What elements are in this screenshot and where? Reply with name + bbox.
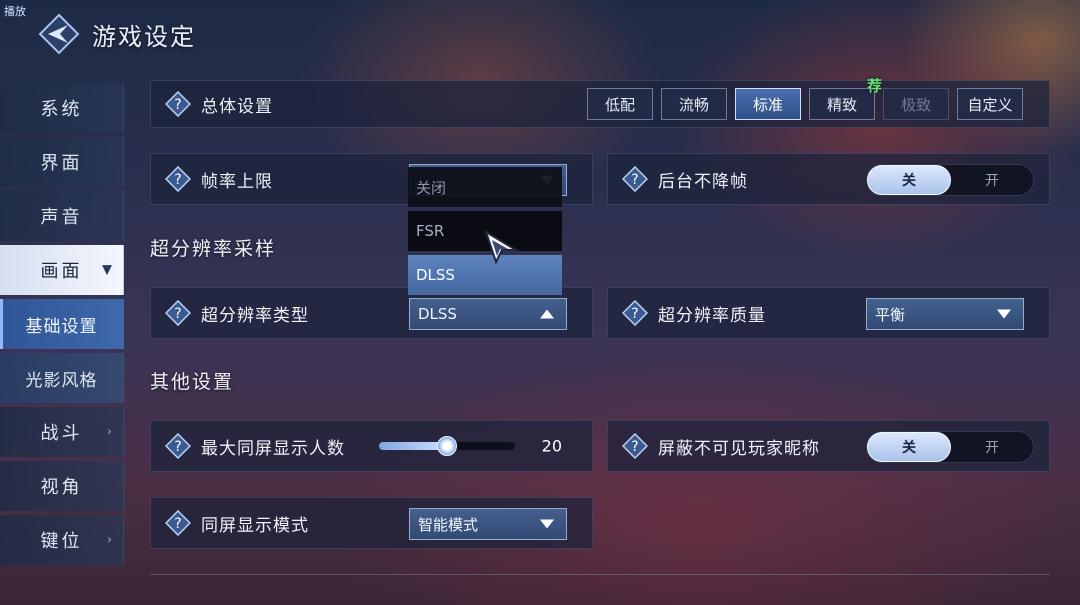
sidebar-item-system[interactable]: 系统: [0, 83, 124, 133]
preset-smooth-button[interactable]: 流畅: [661, 88, 727, 120]
chevron-down-icon: [540, 519, 554, 529]
sidebar: 系统 界面 声音 画面 ▼ 基础设置 光影风格 战斗 › 视角 键位 ›: [0, 83, 124, 569]
recommended-badge: 荐: [866, 77, 882, 95]
mouse-cursor-icon: [482, 228, 522, 268]
hide-nicknames-toggle[interactable]: 关 开: [866, 431, 1034, 463]
preset-low-button[interactable]: 低配: [587, 88, 653, 120]
chevron-up-icon: [540, 309, 554, 319]
background-fps-toggle[interactable]: 关 开: [866, 164, 1034, 196]
help-icon[interactable]: ?: [621, 165, 649, 193]
background-fps-row: ? 后台不降帧 关 开: [607, 153, 1050, 205]
help-icon[interactable]: ?: [164, 165, 192, 193]
chevron-down-icon: [997, 309, 1011, 319]
help-icon[interactable]: ?: [164, 432, 192, 460]
preset-standard-button[interactable]: 标准: [735, 88, 801, 120]
help-icon[interactable]: ?: [164, 90, 192, 118]
toggle-on-option[interactable]: 开: [951, 165, 1033, 195]
game-logo-icon: [38, 13, 80, 55]
svg-text:?: ?: [631, 172, 638, 188]
super-res-type-select[interactable]: DLSS: [409, 298, 567, 330]
max-players-row: ? 最大同屏显示人数 20: [150, 420, 593, 472]
help-icon[interactable]: ?: [164, 509, 192, 537]
hide-nicknames-label: 屏蔽不可见玩家昵称: [658, 438, 820, 459]
overall-settings-label: 总体设置: [201, 96, 273, 117]
select-value: 智能模式: [418, 515, 479, 534]
sidebar-item-label: 系统: [40, 99, 83, 120]
background-fps-label: 后台不降帧: [658, 171, 748, 192]
divider: [150, 574, 1050, 575]
display-mode-row: ? 同屏显示模式 智能模式: [150, 497, 593, 549]
sidebar-item-label: 界面: [40, 153, 83, 174]
svg-text:?: ?: [631, 439, 638, 455]
sidebar-item-sound[interactable]: 声音: [0, 191, 124, 241]
svg-text:?: ?: [174, 306, 181, 322]
preset-refined-button[interactable]: 精致 荐: [809, 77, 882, 120]
sidebar-subitem-lighting-style[interactable]: 光影风格: [0, 353, 124, 403]
max-players-label: 最大同屏显示人数: [201, 438, 345, 459]
toggle-off-option[interactable]: 关: [867, 165, 951, 195]
sidebar-item-label: 视角: [40, 477, 83, 498]
preset-group: 低配 流畅 标准 精致 荐 极致 自定义: [587, 77, 1023, 120]
header: 游戏设定: [38, 12, 196, 56]
sidebar-item-label: 基础设置: [25, 316, 98, 337]
chevron-down-icon: ▼: [102, 262, 115, 278]
super-res-type-label: 超分辨率类型: [201, 305, 309, 326]
toggle-on-option[interactable]: 开: [951, 432, 1033, 462]
svg-text:?: ?: [174, 516, 181, 532]
toggle-off-option[interactable]: 关: [867, 432, 951, 462]
chevron-right-icon: ›: [106, 532, 115, 548]
page-title: 游戏设定: [92, 22, 196, 51]
sidebar-item-camera[interactable]: 视角: [0, 461, 124, 511]
super-res-quality-row: ? 超分辨率质量 平衡: [607, 287, 1050, 339]
sidebar-item-combat[interactable]: 战斗 ›: [0, 407, 124, 457]
sidebar-subitem-basic-settings[interactable]: 基础设置: [0, 299, 124, 349]
hide-nicknames-row: ? 屏蔽不可见玩家昵称 关 开: [607, 420, 1050, 472]
display-mode-label: 同屏显示模式: [201, 515, 309, 536]
other-section-title: 其他设置: [150, 371, 235, 393]
overall-settings-row: ? 总体设置 低配 流畅 标准 精致 荐 极致 自定义: [150, 77, 1050, 128]
preset-label: 精致: [826, 95, 857, 114]
max-players-value: 20: [541, 436, 562, 456]
svg-text:?: ?: [174, 172, 181, 188]
preset-custom-button[interactable]: 自定义: [957, 88, 1023, 120]
sidebar-item-keybinds[interactable]: 键位 ›: [0, 515, 124, 565]
svg-text:?: ?: [631, 306, 638, 322]
help-icon[interactable]: ?: [164, 299, 192, 327]
super-res-quality-label: 超分辨率质量: [658, 305, 766, 326]
slider-thumb[interactable]: [437, 436, 457, 456]
dropdown-option-off[interactable]: 关闭: [408, 167, 562, 207]
frame-limit-label: 帧率上限: [201, 171, 273, 192]
preset-ultra-button[interactable]: 极致: [883, 88, 949, 120]
help-icon[interactable]: ?: [621, 299, 649, 327]
display-mode-select[interactable]: 智能模式: [409, 508, 567, 540]
sidebar-item-graphics[interactable]: 画面 ▼: [0, 245, 124, 295]
sidebar-item-label: 光影风格: [25, 370, 98, 391]
corner-tag: 播放: [4, 5, 26, 18]
select-value: 平衡: [875, 305, 906, 324]
sidebar-item-interface[interactable]: 界面: [0, 137, 124, 187]
max-players-slider[interactable]: [379, 436, 515, 456]
svg-text:?: ?: [174, 97, 181, 113]
help-icon[interactable]: ?: [621, 432, 649, 460]
sidebar-item-label: 画面: [40, 261, 83, 282]
super-res-section-title: 超分辨率采样: [150, 238, 277, 260]
sidebar-item-label: 战斗: [40, 423, 83, 444]
super-res-quality-select[interactable]: 平衡: [866, 298, 1024, 330]
select-value: DLSS: [418, 305, 457, 323]
sidebar-item-label: 声音: [40, 207, 83, 228]
sidebar-item-label: 键位: [40, 531, 83, 552]
chevron-right-icon: ›: [106, 424, 115, 440]
svg-text:?: ?: [174, 439, 181, 455]
